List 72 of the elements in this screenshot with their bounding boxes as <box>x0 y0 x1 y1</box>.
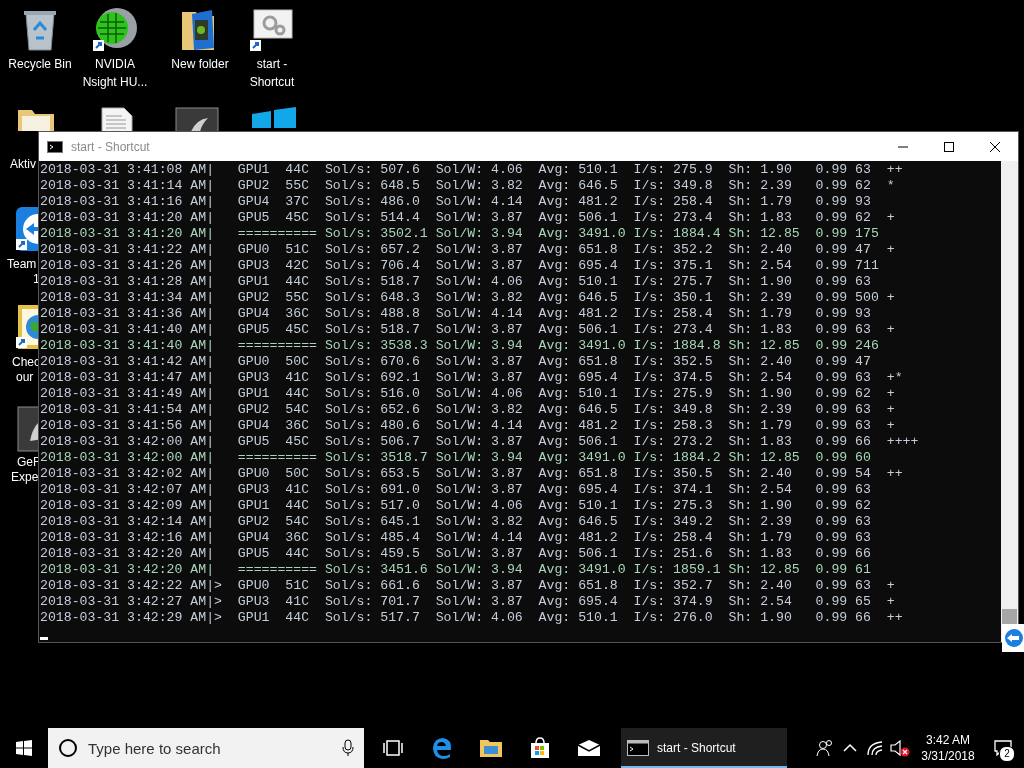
console-line: 2018-03-31 3:41:34 AM| GPU2 55C Sol/s: 648.3 Sol/W: 3.82 Avg: 646.5 I/s: 350.1 Sh: 2.39 0.99 500 + <box>40 290 896 306</box>
console-line: 2018-03-31 3:41:16 AM| GPU4 37C Sol/s: 486.0 Sol/W: 4.14 Avg: 481.2 I/s: 258.4 Sh: 1.79 0.99 93 <box>40 194 872 210</box>
windows-logo-icon <box>16 740 32 756</box>
icon-label: start - <box>256 57 288 72</box>
console-line: 2018-03-31 3:41:20 AM| ========== Sol/s: 3502.1 Sol/W: 3.94 Avg: 3491.0 I/s: 1884.4 Sh: 12.85 0.99 175 <box>40 226 880 242</box>
close-icon <box>990 141 1000 152</box>
console-line: 2018-03-31 3:41:56 AM| GPU4 36C Sol/s: 480.6 Sol/W: 4.14 Avg: 481.2 I/s: 258.3 Sh: 1.79 0.99 63 + <box>40 418 896 434</box>
scrollbar[interactable] <box>1001 161 1018 642</box>
notification-count: 2 <box>999 746 1015 762</box>
envelope-icon <box>576 739 601 757</box>
clock-time[interactable]: 3:42 AM <box>926 732 970 748</box>
shopping-bag-icon <box>528 737 551 759</box>
circle-icon <box>58 738 78 758</box>
wifi-icon[interactable] <box>865 740 884 756</box>
console-line: 2018-03-31 3:42:16 AM| GPU4 36C Sol/s: 485.4 Sol/W: 4.14 Avg: 481.2 I/s: 258.4 Sh: 1.79 0.99 63 <box>40 530 872 546</box>
app-icon[interactable] <box>14 405 38 453</box>
console-line: 2018-03-31 3:42:20 AM| ========== Sol/s: 3451.6 Sol/W: 3.94 Avg: 3491.0 I/s: 1859.1 Sh: 12.85 0.99 61 <box>40 562 872 578</box>
sphere-icon[interactable] <box>91 6 139 54</box>
console-line: 2018-03-31 3:42:00 AM| GPU5 45C Sol/s: 506.7 Sol/W: 3.87 Avg: 506.1 I/s: 273.2 Sh: 1.83 0.99 66 ++++ <box>40 434 920 450</box>
console-line: 2018-03-31 3:41:22 AM| GPU0 51C Sol/s: 657.2 Sol/W: 3.87 Avg: 651.8 I/s: 352.2 Sh: 2.40 0.99 47 + <box>40 242 896 258</box>
console-icon <box>47 140 63 153</box>
task-view-icon <box>382 740 403 756</box>
console-line: 2018-03-31 3:41:20 AM| GPU5 45C Sol/s: 514.4 Sol/W: 3.87 Avg: 506.1 I/s: 273.4 Sh: 1.83 0.99 62 + <box>40 210 896 226</box>
icon-label: NVIDIA <box>95 57 135 72</box>
clock-date[interactable]: 3/31/2018 <box>921 748 975 764</box>
speech-bubble-icon <box>994 740 1012 756</box>
maximize-icon <box>944 141 954 152</box>
console-line: 2018-03-31 3:42:07 AM| GPU3 41C Sol/s: 691.0 Sol/W: 3.87 Avg: 695.4 I/s: 374.1 Sh: 2.54 0.99 63 <box>40 482 872 498</box>
console-line: 2018-03-31 3:41:42 AM| GPU0 50C Sol/s: 670.6 Sol/W: 3.87 Avg: 651.8 I/s: 352.5 Sh: 2.40 0.99 47 <box>40 354 872 370</box>
console-line: 2018-03-31 3:41:40 AM| GPU5 45C Sol/s: 518.7 Sol/W: 3.87 Avg: 506.1 I/s: 273.4 Sh: 1.83 0.99 63 + <box>40 322 896 338</box>
console-line: 2018-03-31 3:41:40 AM| ========== Sol/s: 3538.3 Sol/W: 3.94 Avg: 3491.0 I/s: 1884.8 Sh: 12.85 0.99 246 <box>40 338 880 354</box>
console-line: 2018-03-31 3:41:54 AM| GPU2 54C Sol/s: 652.6 Sol/W: 3.82 Avg: 646.5 I/s: 349.8 Sh: 2.39 0.99 63 + <box>40 402 896 418</box>
window-title: start - Shortcut <box>71 139 150 154</box>
folder-icon <box>478 738 503 758</box>
console-line: 2018-03-31 3:42:09 AM| GPU1 44C Sol/s: 517.0 Sol/W: 4.06 Avg: 510.1 I/s: 275.3 Sh: 1.90 0.99 62 <box>40 498 872 514</box>
console-line: 2018-03-31 3:41:49 AM| GPU1 44C Sol/s: 516.0 Sol/W: 4.06 Avg: 510.1 I/s: 275.9 Sh: 1.90 0.99 62 + <box>40 386 896 402</box>
console-line: 2018-03-31 3:41:36 AM| GPU4 36C Sol/s: 488.8 Sol/W: 4.14 Avg: 481.2 I/s: 258.4 Sh: 1.79 0.99 93 <box>40 306 872 322</box>
globe-icon[interactable] <box>14 303 38 351</box>
gears-icon[interactable] <box>248 6 296 54</box>
search-placeholder: Type here to search <box>88 739 222 757</box>
icon-label: Expe <box>11 470 39 485</box>
icon-label: Team <box>7 257 37 272</box>
notifications-button[interactable]: 2 <box>982 728 1024 768</box>
icon-label: New folder <box>171 57 229 72</box>
e-letter-icon <box>430 737 453 759</box>
console-line: 2018-03-31 3:41:14 AM| GPU2 55C Sol/s: 648.5 Sol/W: 3.82 Avg: 646.5 I/s: 349.8 Sh: 2.39 0.99 62 * <box>40 178 896 194</box>
microphone-icon[interactable] <box>342 739 354 757</box>
console-icon <box>627 740 649 756</box>
console-line: 2018-03-31 3:41:08 AM| GPU1 44C Sol/s: 507.6 Sol/W: 4.06 Avg: 510.1 I/s: 275.9 Sh: 1.90 0.99 63 ++ <box>40 162 904 178</box>
console-line: 2018-03-31 3:42:02 AM| GPU0 50C Sol/s: 653.5 Sol/W: 3.87 Avg: 651.8 I/s: 350.5 Sh: 2.40 0.99 54 ++ <box>40 466 904 482</box>
text-cursor <box>40 637 48 640</box>
icon-label: Recycle Bin <box>8 57 72 72</box>
app-icon[interactable] <box>172 106 220 131</box>
speaker-icon[interactable] <box>889 739 910 757</box>
console-line: 2018-03-31 3:42:22 AM|> GPU0 51C Sol/s: 661.6 Sol/W: 3.87 Avg: 651.8 I/s: 352.7 Sh: 2.40 0.99 63 + <box>40 578 896 594</box>
console-line: 2018-03-31 3:42:00 AM| ========== Sol/s: 3518.7 Sol/W: 3.94 Avg: 3491.0 I/s: 1884.2 Sh: 12.85 0.99 60 <box>40 450 872 466</box>
icon-label: Nsight HU... <box>82 75 148 90</box>
console-line: 2018-03-31 3:41:26 AM| GPU3 42C Sol/s: 706.4 Sol/W: 3.87 Avg: 695.4 I/s: 375.1 Sh: 2.54 0.99 711 <box>40 258 880 274</box>
icon-label: Aktiv <box>10 157 36 172</box>
icon-label: Shortcut <box>249 75 295 90</box>
console-line: 2018-03-31 3:42:20 AM| GPU5 44C Sol/s: 459.5 Sol/W: 3.87 Avg: 506.1 I/s: 251.6 Sh: 1.83 0.99 66 <box>40 546 872 562</box>
people-icon[interactable] <box>815 739 834 757</box>
console-line: 2018-03-31 3:41:47 AM| GPU3 41C Sol/s: 692.1 Sol/W: 3.87 Avg: 695.4 I/s: 374.5 Sh: 2.54 0.99 63 +* <box>40 370 904 386</box>
console-line: 2018-03-31 3:42:14 AM| GPU2 54C Sol/s: 645.1 Sol/W: 3.82 Avg: 646.5 I/s: 349.2 Sh: 2.39 0.99 63 <box>40 514 872 530</box>
taskbar-app-button[interactable]: start - Shortcut <box>621 728 787 768</box>
console-line: 2018-03-31 3:42:29 AM|> GPU1 44C Sol/s: 517.7 Sol/W: 4.06 Avg: 510.1 I/s: 276.0 Sh: 1.90 0.99 66 ++ <box>40 610 904 626</box>
icon-label: our <box>16 370 34 385</box>
windows-logo-icon[interactable] <box>250 106 298 131</box>
search-field[interactable]: Type here to search <box>48 728 364 768</box>
console-line: 2018-03-31 3:41:28 AM| GPU1 44C Sol/s: 518.7 Sol/W: 4.06 Avg: 510.1 I/s: 275.7 Sh: 1.90 0.99 63 <box>40 274 872 290</box>
console-line: 2018-03-31 3:42:27 AM|> GPU3 41C Sol/s: 701.7 Sol/W: 3.87 Avg: 695.4 I/s: 374.9 Sh: 2.54 0.99 65 + <box>40 594 896 610</box>
chevron-up-icon[interactable] <box>842 743 857 753</box>
